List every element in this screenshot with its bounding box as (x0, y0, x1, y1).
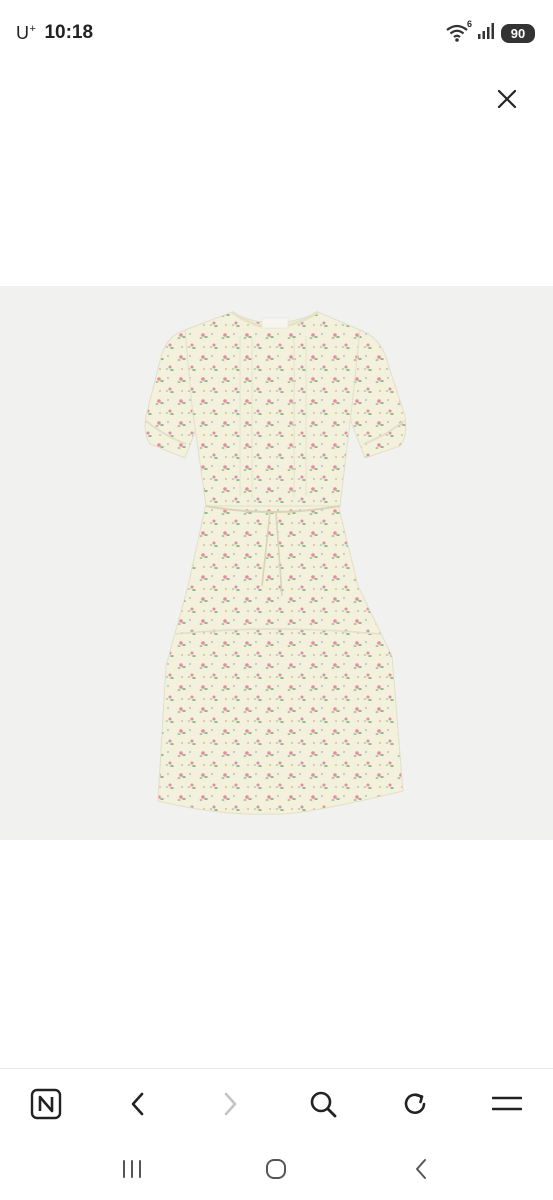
status-bar: U+ 10:18 6 90 (0, 0, 553, 66)
search-button[interactable] (300, 1081, 346, 1127)
status-right: 6 90 (445, 19, 535, 45)
back-button[interactable] (115, 1081, 161, 1127)
browser-toolbar (0, 1068, 553, 1138)
wifi-icon: 6 (445, 19, 472, 43)
dress-image (144, 310, 407, 815)
menu-button[interactable] (484, 1081, 530, 1127)
close-button[interactable] (490, 82, 524, 116)
naver-home-icon (30, 1088, 62, 1119)
forward-icon (225, 1092, 237, 1115)
system-back-button[interactable] (396, 1149, 446, 1189)
home-button[interactable] (251, 1149, 301, 1189)
status-left: U+ 10:18 (16, 22, 93, 44)
reload-button[interactable] (392, 1081, 438, 1127)
close-icon (497, 89, 517, 109)
carrier-label: U+ (16, 22, 37, 43)
system-back-icon (415, 1159, 426, 1179)
signal-icon (477, 22, 495, 45)
naver-home-button[interactable] (23, 1081, 69, 1127)
system-navigation-bar (0, 1138, 553, 1200)
status-time: 10:18 (44, 22, 94, 43)
home-icon (266, 1159, 287, 1179)
network-type-label: 6 (466, 19, 472, 29)
reload-icon (404, 1092, 426, 1114)
product-image-viewer[interactable] (0, 286, 553, 840)
menu-icon (491, 1096, 522, 1110)
back-icon (131, 1092, 144, 1115)
battery-indicator: 90 (501, 23, 535, 43)
recent-apps-icon (123, 1160, 142, 1178)
search-icon (310, 1091, 336, 1117)
recent-apps-button[interactable] (107, 1149, 157, 1189)
forward-button[interactable] (207, 1081, 253, 1127)
